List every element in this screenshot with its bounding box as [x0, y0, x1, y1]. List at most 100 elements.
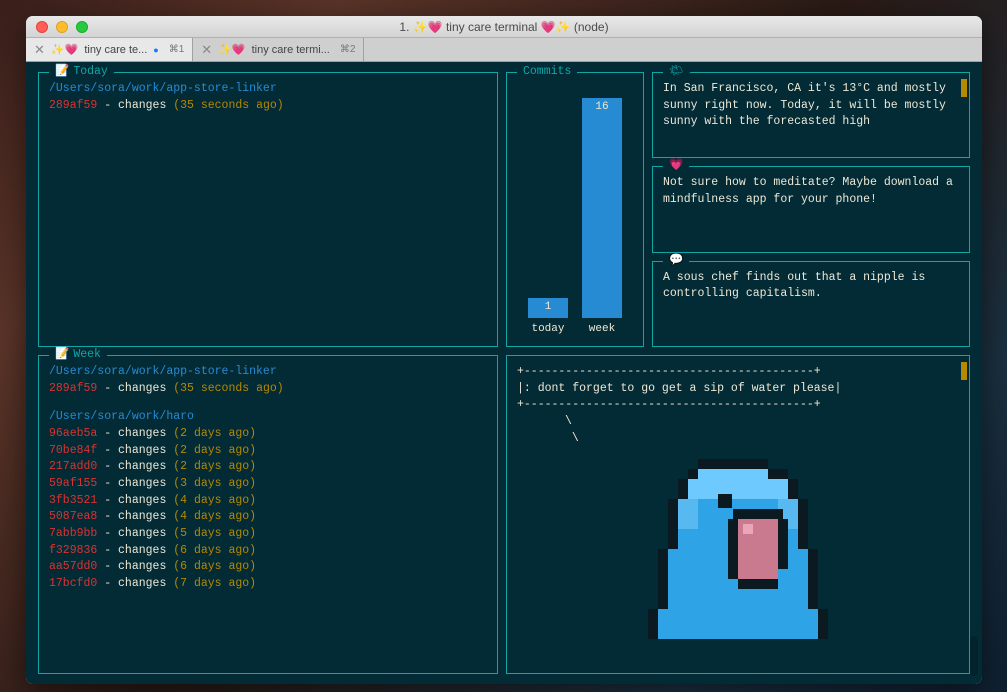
repo-block: /Users/sora/work/app-store-linker289af59…: [49, 364, 487, 397]
separator: -: [97, 460, 118, 473]
commit-line: 5087ea8 - changes (4 days ago): [49, 509, 487, 526]
commit-message: changes: [118, 544, 173, 557]
tab-icon: ✨💗: [218, 43, 245, 56]
repo-path: /Users/sora/work/app-store-linker: [49, 364, 487, 381]
thought-panel: 💬 A sous chef finds out that a nipple is…: [652, 261, 970, 347]
commit-line: aa57dd0 - changes (6 days ago): [49, 559, 487, 576]
panel-title: 💗: [663, 158, 689, 175]
close-window-icon[interactable]: [36, 21, 48, 33]
commit-message: changes: [118, 577, 173, 590]
note-icon: 📝: [55, 64, 69, 81]
commit-message: changes: [118, 382, 173, 395]
commit-line: 70be84f - changes (2 days ago): [49, 443, 487, 460]
commit-message: changes: [118, 510, 173, 523]
bubble-border: +---------------------------------------…: [517, 364, 959, 381]
commit-time: (2 days ago): [173, 444, 256, 457]
commit-hash: 289af59: [49, 99, 97, 112]
separator: -: [97, 577, 118, 590]
speech-icon: 💬: [669, 253, 683, 270]
window-scrollbar[interactable]: [970, 636, 978, 676]
scroll-indicator-icon: [961, 79, 967, 97]
commit-time: (3 days ago): [173, 477, 256, 490]
separator: -: [97, 444, 118, 457]
commit-hash: 70be84f: [49, 444, 97, 457]
repo-path: /Users/sora/work/haro: [49, 409, 487, 426]
terminal-area[interactable]: 📝 Today /Users/sora/work/app-store-linke…: [26, 62, 982, 684]
commit-hash: 5087ea8: [49, 510, 97, 523]
window-title: 1. ✨💗 tiny care terminal 💗✨ (node): [26, 20, 982, 34]
chart-bar: 1: [528, 298, 568, 318]
commit-time: (7 days ago): [173, 577, 256, 590]
title-text: Week: [73, 347, 101, 364]
note-icon: 📝: [55, 347, 69, 364]
commit-line: 7abb9bb - changes (5 days ago): [49, 526, 487, 543]
commit-message: changes: [118, 494, 173, 507]
commit-hash: 289af59: [49, 382, 97, 395]
chart-bar-label: today: [531, 322, 564, 338]
commits-panel: Commits 1today16week: [506, 72, 644, 347]
week-content: /Users/sora/work/app-store-linker289af59…: [49, 364, 487, 593]
chart-bar: 16: [582, 98, 622, 318]
panel-title: 📝 Week: [49, 347, 107, 364]
tab-icon: ✨💗: [51, 43, 78, 56]
thought-text: A sous chef finds out that a nipple is c…: [663, 270, 957, 303]
heart-icon: 💗: [669, 158, 683, 175]
week-panel: 📝 Week /Users/sora/work/app-store-linker…: [38, 355, 498, 674]
commit-message: changes: [118, 460, 173, 473]
commits-chart: 1 today 16 week: [515, 98, 635, 338]
commit-message: changes: [118, 477, 173, 490]
tab-label: tiny care te...: [84, 44, 147, 56]
close-icon[interactable]: ✕: [34, 42, 45, 58]
commit-time: (6 days ago): [173, 560, 256, 573]
bubble-border: +---------------------------------------…: [517, 397, 959, 414]
panel-title: 💬: [663, 253, 689, 270]
commit-line: 59af155 - changes (3 days ago): [49, 476, 487, 493]
panel-title: 🌤: [663, 64, 690, 81]
commit-message: changes: [118, 427, 173, 440]
panel-title: Commits: [517, 64, 577, 81]
commit-hash: 59af155: [49, 477, 97, 490]
separator: -: [97, 477, 118, 490]
tab-shortcut: ⌘1: [169, 44, 185, 55]
close-icon[interactable]: ✕: [201, 42, 212, 58]
tab-2[interactable]: ✕ ✨💗 tiny care termi... ⌘2: [193, 38, 364, 61]
commit-line: 289af59 - changes (35 seconds ago): [49, 98, 487, 115]
title-text: Today: [73, 64, 108, 81]
separator: -: [97, 527, 118, 540]
separator: -: [97, 544, 118, 557]
today-content: /Users/sora/work/app-store-linker289af59…: [49, 81, 487, 114]
commit-time: (6 days ago): [173, 544, 256, 557]
bubble-tail: \: [565, 414, 959, 431]
chart-bar-column: 1 today: [528, 298, 568, 338]
commit-hash: 17bcfd0: [49, 577, 97, 590]
tab-shortcut: ⌘2: [340, 44, 356, 55]
scroll-indicator-icon: [961, 362, 967, 380]
chart-bar-label: week: [589, 322, 615, 338]
separator: -: [97, 99, 118, 112]
commit-hash: f329836: [49, 544, 97, 557]
bubble-tail: \: [565, 431, 959, 448]
repo-block: /Users/sora/work/haro96aeb5a - changes (…: [49, 409, 487, 592]
commit-line: 96aeb5a - changes (2 days ago): [49, 426, 487, 443]
commit-hash: aa57dd0: [49, 560, 97, 573]
commit-time: (35 seconds ago): [173, 99, 283, 112]
commit-hash: 7abb9bb: [49, 527, 97, 540]
commit-line: f329836 - changes (6 days ago): [49, 543, 487, 560]
zoom-window-icon[interactable]: [76, 21, 88, 33]
commit-time: (35 seconds ago): [173, 382, 283, 395]
parrot-icon: [628, 449, 848, 639]
tab-1[interactable]: ✕ ✨💗 tiny care te... ● ⌘1: [26, 38, 193, 61]
commit-message: changes: [118, 444, 173, 457]
commit-message: changes: [118, 560, 173, 573]
today-panel: 📝 Today /Users/sora/work/app-store-linke…: [38, 72, 498, 347]
commit-line: 3fb3521 - changes (4 days ago): [49, 493, 487, 510]
minimize-window-icon[interactable]: [56, 21, 68, 33]
tab-bar: ✕ ✨💗 tiny care te... ● ⌘1 ✕ ✨💗 tiny care…: [26, 38, 982, 62]
commit-time: (2 days ago): [173, 427, 256, 440]
care-text: Not sure how to meditate? Maybe download…: [663, 175, 957, 208]
separator: -: [97, 560, 118, 573]
app-window: 1. ✨💗 tiny care terminal 💗✨ (node) ✕ ✨💗 …: [26, 16, 982, 684]
commit-time: (5 days ago): [173, 527, 256, 540]
repo-block: /Users/sora/work/app-store-linker289af59…: [49, 81, 487, 114]
commit-hash: 217add0: [49, 460, 97, 473]
